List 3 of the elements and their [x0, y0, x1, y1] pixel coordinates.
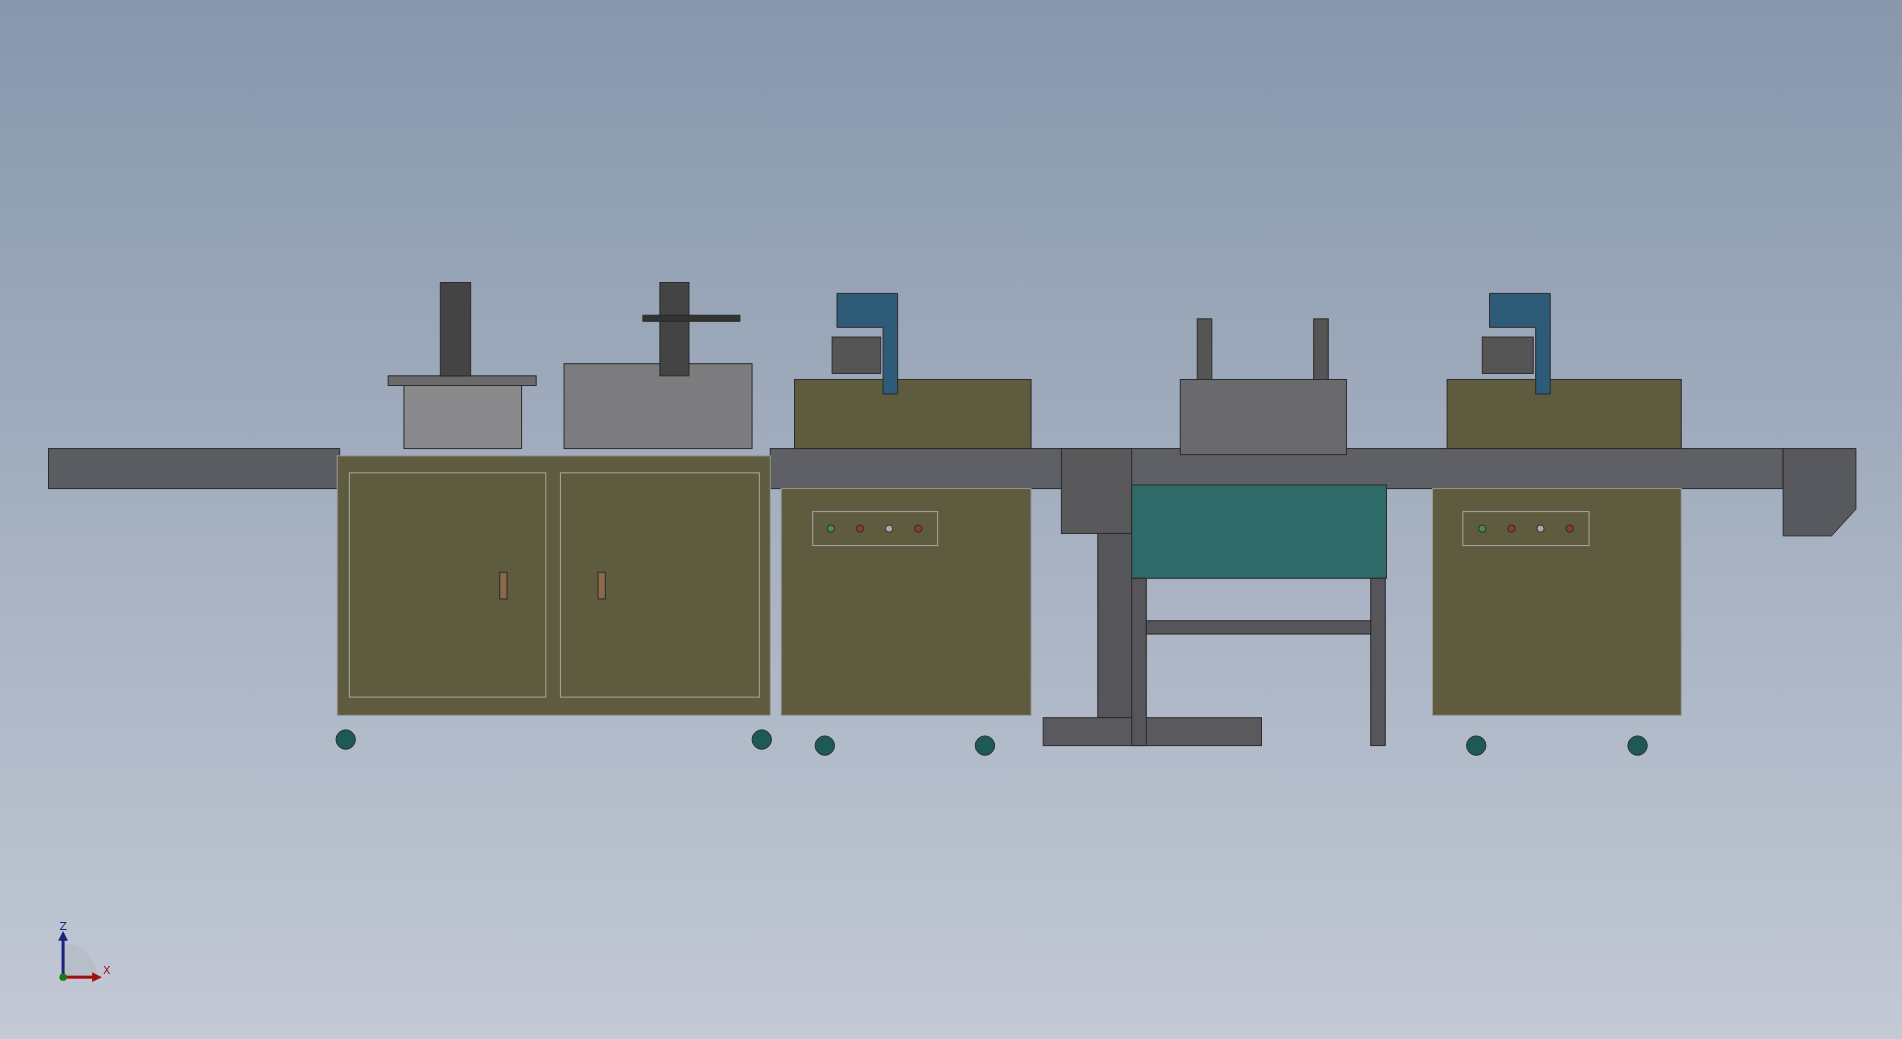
axis-label: X [103, 963, 111, 977]
axis-triad-icon [58, 931, 102, 982]
axis-label: Z [59, 919, 67, 933]
